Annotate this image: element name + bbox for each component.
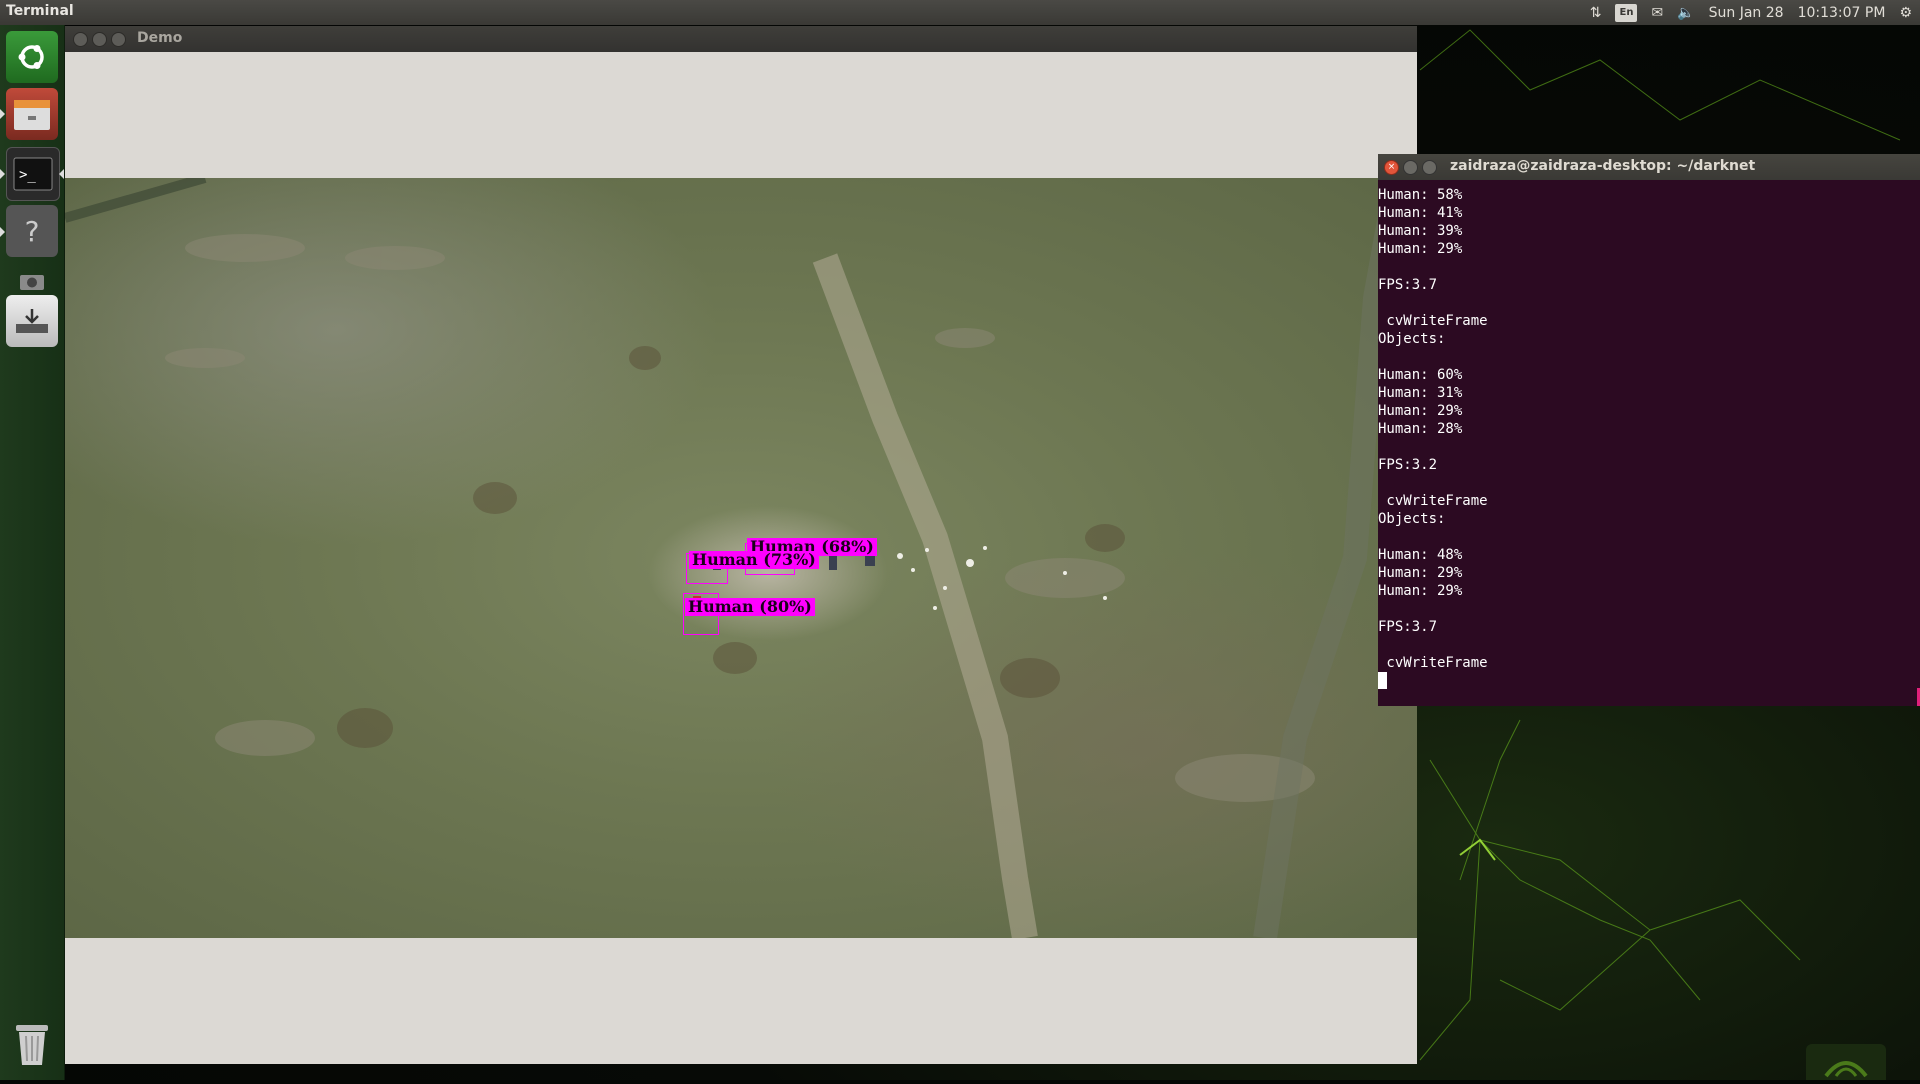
minimize-button[interactable] — [1403, 160, 1418, 175]
terminal-line: FPS:3.2 — [1378, 457, 1438, 473]
keyboard-layout-icon: En — [1615, 3, 1638, 22]
indicator-area: ⇅ En ✉ 🔈 Sun Jan 28 10:13:07 PM ⚙ — [1590, 0, 1920, 25]
text-cursor — [1378, 672, 1387, 689]
camera-icon[interactable] — [6, 263, 58, 299]
terminal-line: FPS:3.7 — [1378, 277, 1438, 293]
maximize-button[interactable] — [1422, 160, 1437, 175]
terminal-line: Human: 28% — [1378, 421, 1463, 437]
clock-indicator[interactable]: 10:13:07 PM — [1798, 5, 1886, 21]
keyboard-layout-indicator[interactable]: En — [1615, 3, 1638, 22]
help-icon[interactable]: ? — [6, 205, 58, 257]
terminal-prompt-icon: >_ — [13, 157, 53, 191]
terminal-titlebar[interactable]: × zaidraza@zaidraza-desktop: ~/darknet — [1378, 154, 1920, 180]
terminal-line: Human: 39% — [1378, 223, 1463, 239]
mail-icon[interactable]: ✉ — [1651, 5, 1663, 21]
terminal-window[interactable]: × zaidraza@zaidraza-desktop: ~/darknet H… — [1378, 154, 1920, 706]
terminal-cursor-line — [1378, 672, 1908, 691]
ubuntu-logo-icon — [18, 45, 44, 69]
detection-label: Human (73%) — [689, 551, 819, 569]
running-indicator — [0, 109, 5, 119]
minimize-button[interactable] — [92, 32, 107, 47]
terminal-line: Objects: — [1378, 511, 1446, 527]
maximize-button[interactable] — [111, 32, 126, 47]
terminal-line: cvWriteFrame — [1378, 313, 1488, 329]
terminal-icon[interactable]: >_ — [6, 147, 60, 201]
question-mark-icon: ? — [24, 214, 40, 248]
terminal-line: Objects: — [1378, 331, 1446, 347]
running-indicator — [0, 227, 5, 237]
focused-indicator — [59, 169, 64, 179]
demo-titlebar[interactable]: Demo — [65, 26, 1417, 52]
files-icon[interactable] — [6, 88, 58, 140]
close-button[interactable] — [73, 32, 88, 47]
terminal-line: Human: 58% — [1378, 187, 1463, 203]
terminal-line: Human: 29% — [1378, 403, 1463, 419]
terminal-line: Human: 41% — [1378, 205, 1463, 221]
demo-window: Demo Human (68%) Human (73%) Human (80%) — [65, 26, 1417, 1064]
volume-icon[interactable]: 🔈 — [1677, 5, 1694, 21]
svg-text:>_: >_ — [19, 167, 36, 183]
trash-icon[interactable] — [6, 1018, 58, 1070]
network-transfer-icon[interactable]: ⇅ — [1590, 5, 1602, 21]
camera-glyph-icon — [20, 275, 44, 290]
terminal-line: cvWriteFrame — [1378, 655, 1488, 671]
terminal-line: cvWriteFrame — [1378, 493, 1488, 509]
nvidia-eye-icon — [1824, 1061, 1868, 1078]
nvidia-logo — [1806, 1044, 1886, 1080]
running-indicator — [0, 169, 5, 179]
terminal-line: Human: 60% — [1378, 367, 1463, 383]
terminal-line: Human: 29% — [1378, 583, 1463, 599]
close-icon[interactable]: × — [1384, 160, 1399, 175]
dash-home-icon[interactable] — [6, 31, 58, 83]
file-cabinet-icon — [14, 100, 50, 130]
installer-icon[interactable] — [6, 295, 58, 347]
terminal-title: zaidraza@zaidraza-desktop: ~/darknet — [1450, 158, 1756, 174]
settings-gear-icon[interactable]: ⚙ — [1899, 5, 1912, 21]
terminal-line: Human: 31% — [1378, 385, 1463, 401]
detection-label: Human (80%) — [685, 598, 815, 616]
date-indicator[interactable]: Sun Jan 28 — [1709, 5, 1784, 21]
top-panel: Terminal ⇅ En ✉ 🔈 Sun Jan 28 10:13:07 PM… — [0, 0, 1920, 25]
terminal-line: Human: 48% — [1378, 547, 1463, 563]
trash-can-icon — [16, 1025, 48, 1065]
active-app-title: Terminal — [6, 3, 74, 19]
video-frame: Human (68%) Human (73%) Human (80%) — [65, 178, 1417, 938]
window-title: Demo — [137, 30, 183, 46]
terminal-line: Human: 29% — [1378, 241, 1463, 257]
terminal-line: FPS:3.7 — [1378, 619, 1438, 635]
terminal-line: Human: 29% — [1378, 565, 1463, 581]
usb-installer-icon — [16, 309, 48, 333]
launcher: >_ ? — [0, 25, 65, 1080]
terminal-output[interactable]: Human: 58% Human: 41% Human: 39% Human: 29%… — [1378, 186, 1908, 691]
